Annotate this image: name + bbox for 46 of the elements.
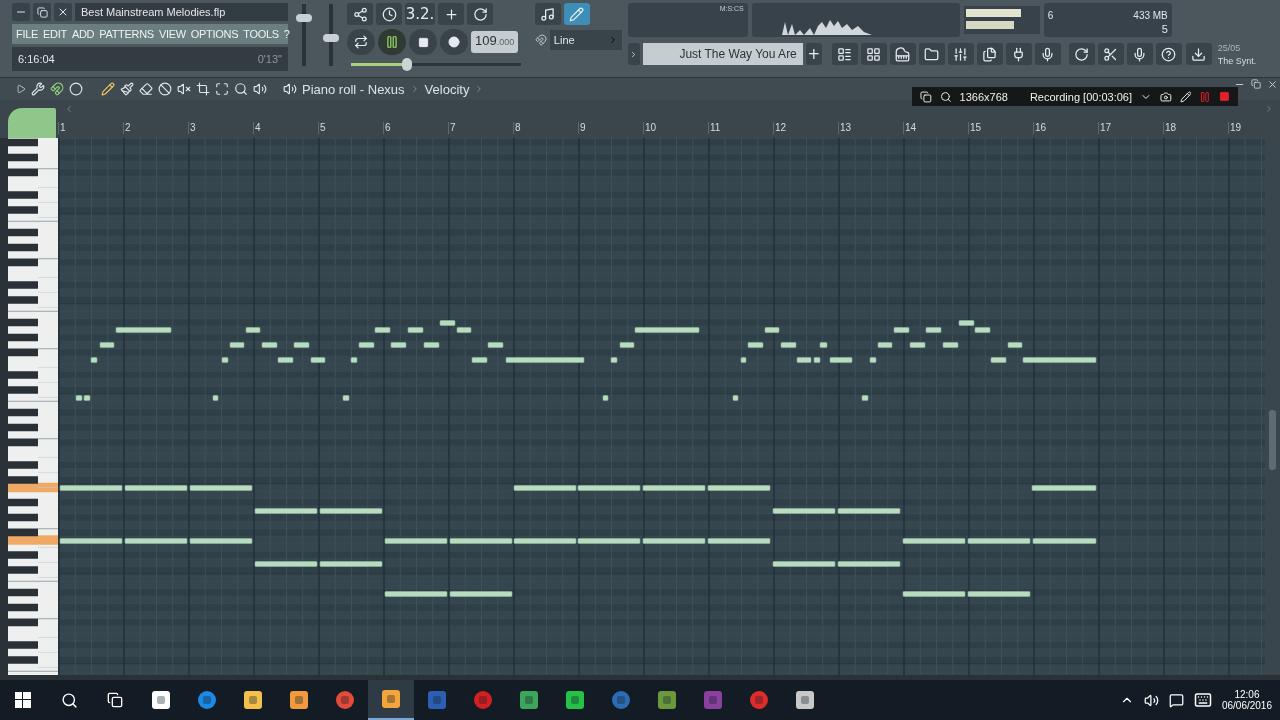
bar-number: 17 [1098,122,1163,134]
bar-number: 2 [123,122,188,134]
add-pattern-button[interactable]: + [805,43,822,65]
cpu-value: 6 [1047,10,1054,21]
project-title: Best Mainstream Melodies.flp [75,3,288,21]
news-title[interactable]: The Synt. [1217,55,1264,66]
menu-item[interactable]: ADD [71,28,95,40]
bar-number: 19 [1228,122,1265,134]
bar-number: 14 [903,122,968,134]
bar-number: 4 [253,122,318,134]
news-date: 25/05 [1217,42,1242,53]
recording-status: Recording [00:03:06] [1029,90,1133,103]
bar-number: 12 [773,122,838,134]
menu-item[interactable]: PATTERNS [99,28,154,40]
menu-item[interactable]: OPTIONS [190,28,239,40]
clock-time[interactable]: 12:06 [1234,689,1260,700]
song-time: 6:16:04 [18,53,55,65]
menu-item[interactable]: EDIT [43,28,67,40]
pattern-selector[interactable]: Just The Way You Are [642,43,803,65]
bar-number: 1 [58,122,123,134]
memory-value: 433 MB [1133,10,1168,21]
polyphony-value: 5 [1161,23,1168,35]
window-title[interactable]: Piano roll - Nexus [302,81,405,97]
bar-number: 13 [838,122,903,134]
bar-number: 7 [448,122,513,134]
menu-item[interactable]: FILE [16,28,39,40]
bar-number: 16 [1033,122,1098,134]
snap-dropdown[interactable]: Line [549,30,622,50]
recording-resolution: 1366x768 [959,90,1008,103]
bar-number: 9 [578,122,643,134]
target-control[interactable]: Velocity [424,81,470,97]
clock-date[interactable]: 06/06/2016 [1221,700,1272,711]
menu-item[interactable]: TOOLS [243,28,279,40]
bar-number: 5 [318,122,383,134]
bar-number: 3 [188,122,253,134]
tempo-field[interactable]: 109.000 [471,31,519,53]
bar-number: 18 [1163,122,1228,134]
menu-item[interactable]: ? [283,28,290,40]
bar-number: 15 [968,122,1033,134]
bar-number: 8 [513,122,578,134]
bar-number: 10 [643,122,708,134]
bar-number: 11 [708,122,773,134]
pattern-mode-button[interactable]: 3.2. [405,3,435,25]
song-length: 0'13" [257,53,282,65]
bar-number: 6 [383,122,448,134]
menu-item[interactable]: VIEW [158,28,186,40]
